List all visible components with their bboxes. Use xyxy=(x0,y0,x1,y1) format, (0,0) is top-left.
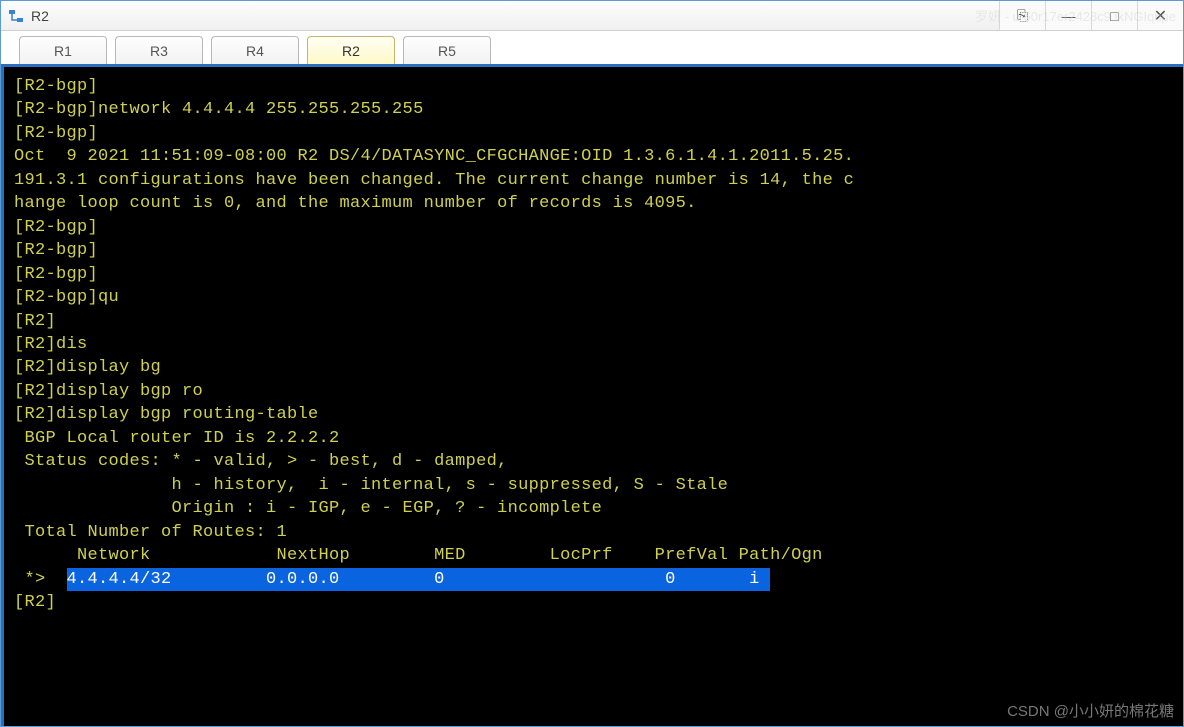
tab-bar: R1 R3 R4 R2 R5 xyxy=(1,31,1183,67)
titlebar-controls: ⎘ — □ ✕ xyxy=(999,1,1183,30)
terminal-line: Oct 9 2021 11:51:09-08:00 R2 DS/4/DATASY… xyxy=(14,145,1173,168)
terminal-line: [R2-bgp]network 4.4.4.4 255.255.255.255 xyxy=(14,98,1173,121)
terminal-line: [R2-bgp]qu xyxy=(14,286,1173,309)
extra-button[interactable]: ⎘ xyxy=(999,1,1045,30)
tab-r5[interactable]: R5 xyxy=(403,36,491,64)
terminal-line: [R2-bgp] xyxy=(14,263,1173,286)
terminal-output[interactable]: [R2-bgp][R2-bgp]network 4.4.4.4 255.255.… xyxy=(1,67,1183,726)
app-icon xyxy=(7,7,25,25)
terminal-line: Network NextHop MED LocPrf PrefVal Path/… xyxy=(14,544,1173,567)
terminal-line: hange loop count is 0, and the maximum n… xyxy=(14,192,1173,215)
terminal-line: [R2-bgp] xyxy=(14,216,1173,239)
window-title: R2 xyxy=(31,8,49,24)
tab-r2[interactable]: R2 xyxy=(307,36,395,64)
tab-r3[interactable]: R3 xyxy=(115,36,203,64)
terminal-line: BGP Local router ID is 2.2.2.2 xyxy=(14,427,1173,450)
terminal-line: *> 4.4.4.4/32 0.0.0.0 0 0 i xyxy=(14,568,1173,591)
terminal-line: Origin : i - IGP, e - EGP, ? - incomplet… xyxy=(14,497,1173,520)
terminal-line: 191.3.1 configurations have been changed… xyxy=(14,169,1173,192)
terminal-line: h - history, i - internal, s - suppresse… xyxy=(14,474,1173,497)
terminal-prompt: [R2] xyxy=(14,591,1173,614)
tab-r1[interactable]: R1 xyxy=(19,36,107,64)
terminal-line: Total Number of Routes: 1 xyxy=(14,521,1173,544)
terminal-line: [R2]display bg xyxy=(14,356,1173,379)
terminal-line: Status codes: * - valid, > - best, d - d… xyxy=(14,450,1173,473)
app-window: R2 ⎘ — □ ✕ R1 R3 R4 R2 R5 [R2-bgp][R2-bg… xyxy=(0,0,1184,727)
selected-route-row: 4.4.4.4/32 0.0.0.0 0 0 i xyxy=(67,568,771,591)
terminal-line: [R2]display bgp ro xyxy=(14,380,1173,403)
tab-r4[interactable]: R4 xyxy=(211,36,299,64)
terminal-line: [R2-bgp] xyxy=(14,122,1173,145)
titlebar: R2 ⎘ — □ ✕ xyxy=(1,1,1183,31)
terminal-line: [R2]display bgp routing-table xyxy=(14,403,1173,426)
terminal-line: [R2]dis xyxy=(14,333,1173,356)
terminal-line: [R2-bgp] xyxy=(14,75,1173,98)
close-button[interactable]: ✕ xyxy=(1137,1,1183,30)
maximize-button[interactable]: □ xyxy=(1091,1,1137,30)
terminal-line: [R2] xyxy=(14,310,1173,333)
minimize-button[interactable]: — xyxy=(1045,1,1091,30)
terminal-line: [R2-bgp] xyxy=(14,239,1173,262)
